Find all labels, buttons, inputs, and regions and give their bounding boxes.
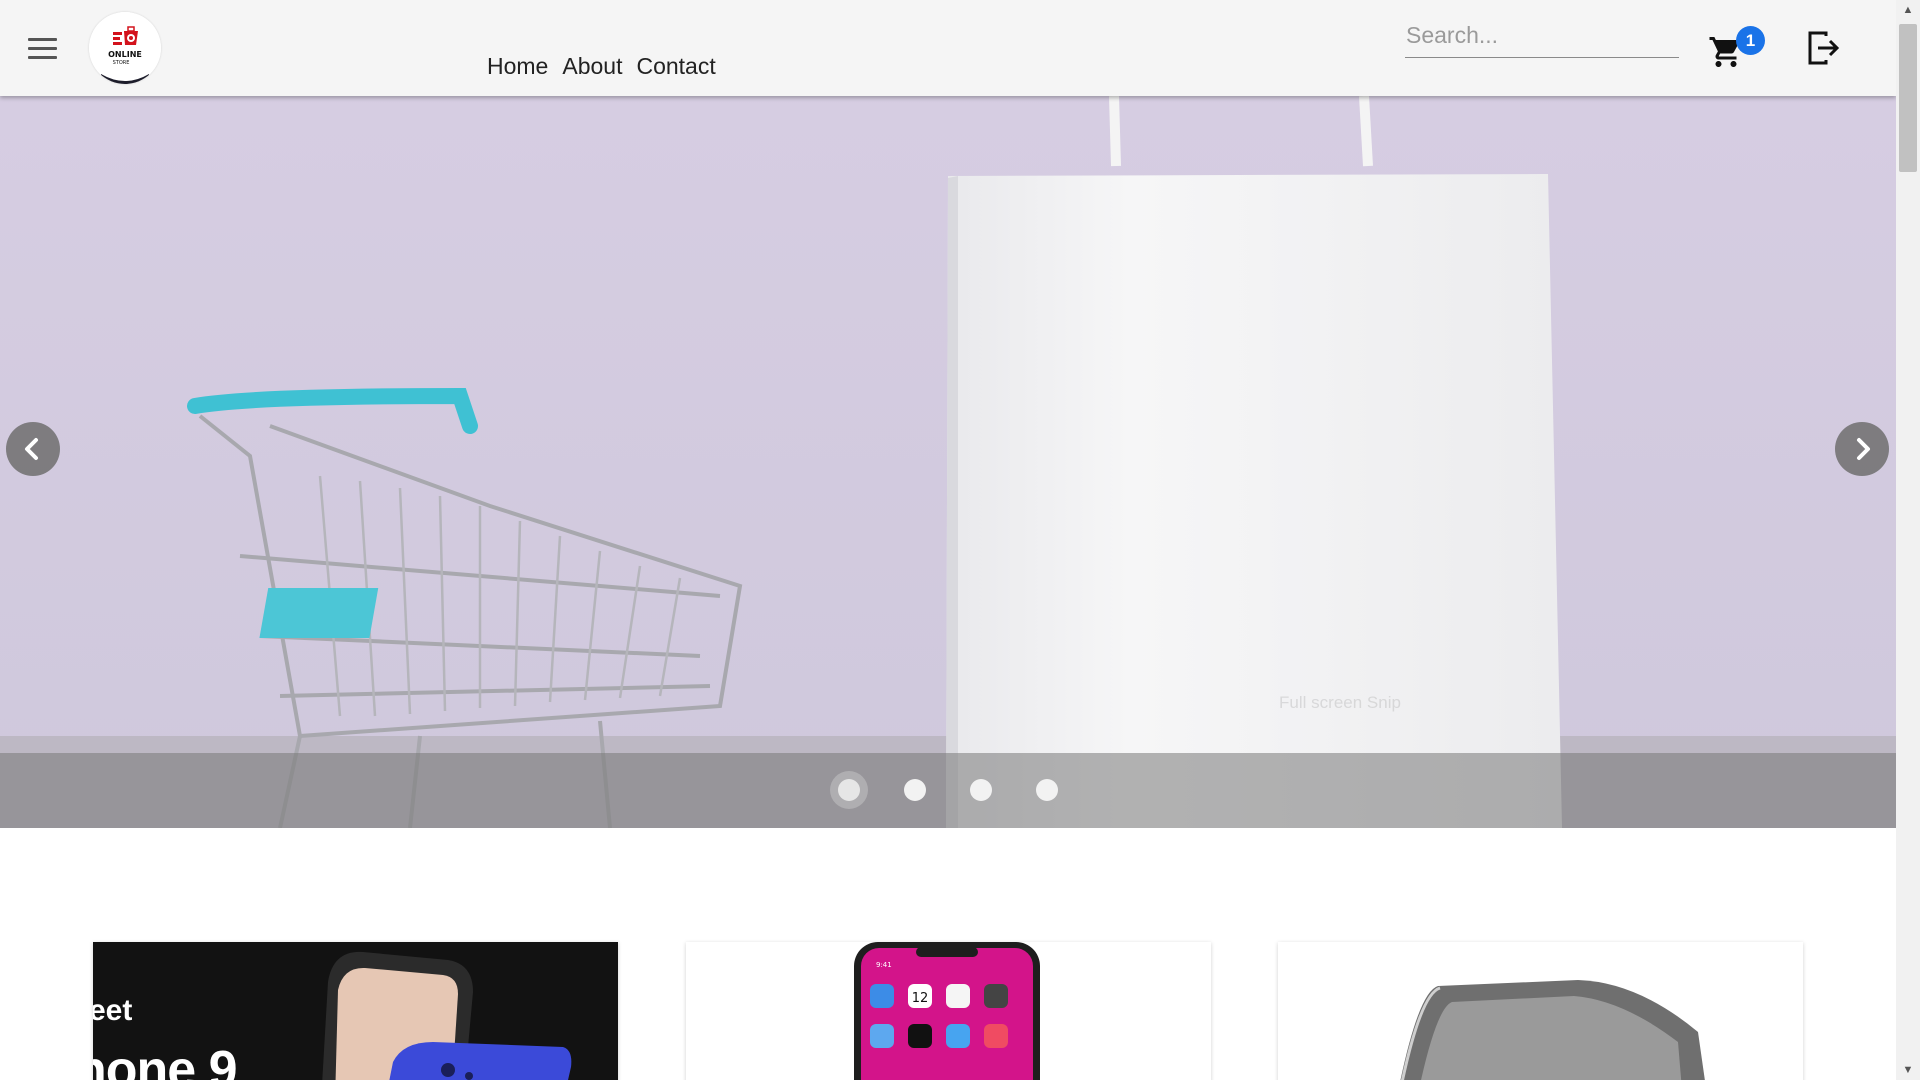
scroll-up-arrow-icon[interactable]: ▲: [1896, 0, 1920, 20]
logo-text-top: ONLINE: [108, 50, 142, 59]
phone-date: 12: [912, 991, 929, 1006]
carousel-indicators: [0, 779, 1896, 805]
carousel-prev-button[interactable]: [6, 422, 60, 476]
product-card[interactable]: 12 9:41: [686, 942, 1211, 1080]
main-nav: Home About Contact: [480, 52, 723, 80]
nav-about-link[interactable]: About: [555, 52, 629, 80]
carousel-indicator-dot[interactable]: [838, 779, 860, 801]
product-card[interactable]: eet hone 9: [93, 942, 618, 1080]
cart-count-badge: 1: [1736, 26, 1765, 55]
hero-slide-image: [0, 96, 1896, 828]
hamburger-menu-icon[interactable]: [20, 28, 64, 68]
hero-carousel: Full screen Snip: [0, 96, 1896, 828]
full-screen-snip-label: Full screen Snip: [1279, 693, 1401, 712]
cart-button[interactable]: 1: [1708, 26, 1770, 70]
scroll-thumb[interactable]: [1899, 24, 1917, 172]
chevron-right-icon: [1857, 438, 1870, 460]
scroll-down-arrow-icon[interactable]: ▼: [1896, 1060, 1920, 1080]
nav-contact-link[interactable]: Contact: [629, 52, 722, 80]
store-logo[interactable]: ONLINE STORE: [89, 12, 161, 84]
logo-text-bottom: STORE: [113, 60, 130, 66]
carousel-indicator-dot[interactable]: [904, 779, 926, 801]
carousel-indicator-dot[interactable]: [1036, 779, 1058, 801]
product-card[interactable]: [1278, 942, 1803, 1080]
search-field: [1405, 14, 1679, 58]
app-root: ONLINE STORE Home About Contact 1: [0, 0, 1920, 1080]
product-grid: eet hone 9 12 9:41: [0, 828, 1896, 1080]
product-image-iphonex: 12 9:41: [686, 942, 1211, 1080]
promo-line-1: eet: [93, 994, 133, 1027]
phone-time: 9:41: [876, 961, 892, 969]
nav-home-link[interactable]: Home: [480, 52, 555, 80]
logout-button[interactable]: [1806, 30, 1840, 66]
top-navbar: ONLINE STORE Home About Contact 1: [0, 0, 1896, 96]
page-scrollbar[interactable]: ▲ ▼: [1896, 0, 1920, 1080]
search-input[interactable]: [1405, 14, 1679, 57]
product-image-phone: [1278, 942, 1803, 1080]
promo-line-2: hone 9: [93, 1041, 238, 1080]
carousel-next-button[interactable]: [1835, 422, 1889, 476]
chevron-left-icon: [25, 438, 38, 460]
carousel-indicator-dot[interactable]: [970, 779, 992, 801]
logout-icon: [1808, 31, 1840, 65]
